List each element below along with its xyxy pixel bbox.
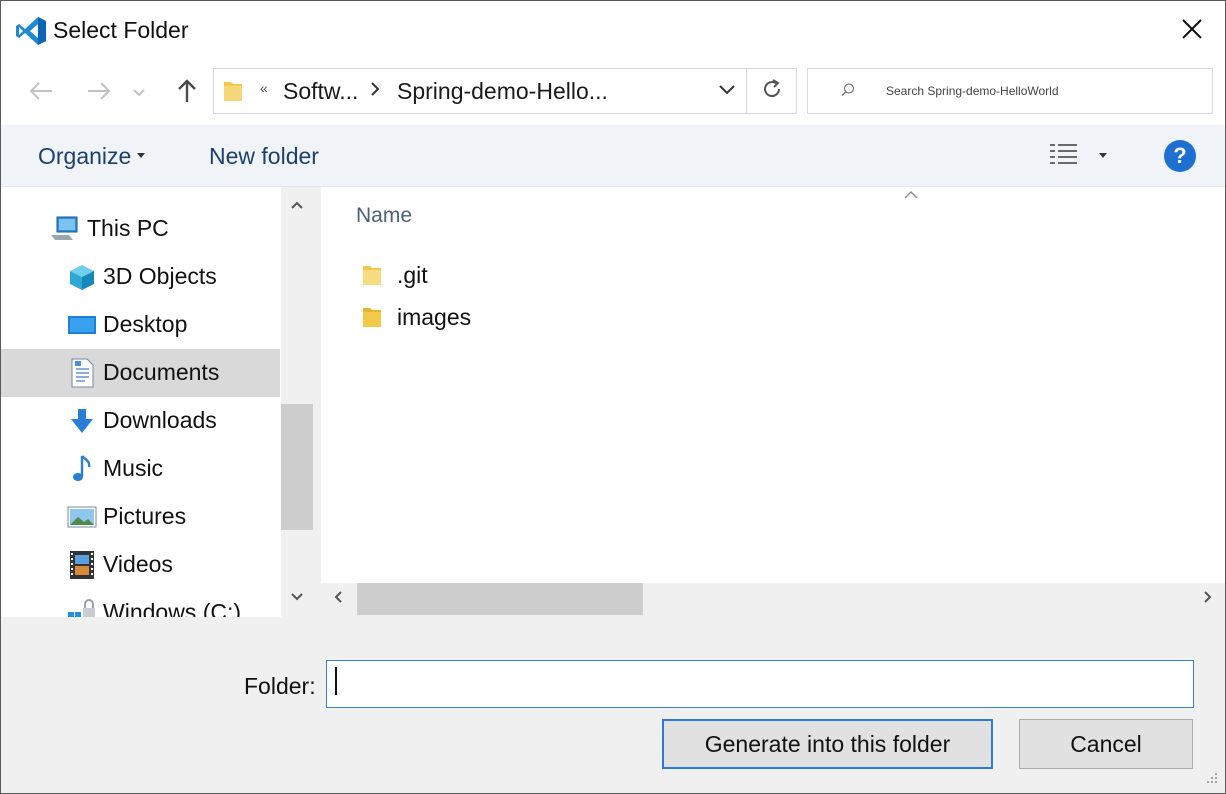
- chevron-down-icon: [132, 84, 146, 102]
- vscode-icon: [14, 15, 48, 47]
- chevron-left-icon: [333, 590, 343, 609]
- organize-button[interactable]: Organize: [38, 143, 146, 170]
- breadcrumb-spring-demo[interactable]: Spring-demo-Hello...: [397, 78, 608, 105]
- chevron-up-icon: [290, 197, 304, 215]
- overflow-marker[interactable]: «: [260, 80, 268, 96]
- folder-name-input[interactable]: [326, 660, 1194, 708]
- tree-item-windows-c[interactable]: Windows (C:): [1, 589, 280, 617]
- scroll-down-button[interactable]: [281, 581, 313, 615]
- tree-item-downloads[interactable]: Downloads: [1, 397, 280, 445]
- close-button[interactable]: [1167, 9, 1217, 53]
- organize-label: Organize: [38, 143, 132, 169]
- tree-item-desktop[interactable]: Desktop: [1, 301, 280, 349]
- file-name: images: [397, 304, 472, 330]
- breadcrumb-chevron-icon[interactable]: [370, 81, 380, 100]
- tree-item-label: This PC: [87, 215, 169, 241]
- text-cursor: [335, 667, 337, 695]
- back-button[interactable]: [23, 75, 59, 111]
- chevron-down-icon: [718, 82, 736, 100]
- tree-item-label: Desktop: [103, 311, 188, 337]
- this-pc-icon: [49, 214, 79, 244]
- search-box[interactable]: [807, 68, 1213, 114]
- tree-item-videos[interactable]: Videos: [1, 541, 280, 589]
- tree-item-label: Pictures: [103, 503, 187, 529]
- details-view-icon: [1049, 142, 1079, 173]
- folder-icon: [361, 305, 383, 334]
- tree-item-3d-objects[interactable]: 3D Objects: [1, 253, 280, 301]
- view-dropdown-caret-icon[interactable]: [1099, 152, 1107, 158]
- windows-drive-icon: [67, 598, 97, 617]
- column-header-name[interactable]: Name: [356, 204, 412, 228]
- scroll-left-button[interactable]: [321, 583, 355, 615]
- downloads-icon: [67, 406, 97, 436]
- folder-field-label: Folder:: [244, 673, 316, 699]
- 3d-objects-icon: [67, 262, 97, 292]
- breadcrumb-software[interactable]: Softw...: [283, 78, 358, 105]
- tree-item-label: Downloads: [103, 407, 217, 433]
- new-folder-button[interactable]: New folder: [209, 143, 319, 170]
- up-button[interactable]: [169, 75, 205, 111]
- navigation-bar: « Softw... Spring-demo-Hello...: [1, 61, 1225, 125]
- navigation-pane-scrollbar[interactable]: [281, 187, 315, 617]
- back-arrow-icon: [28, 81, 54, 106]
- file-name: .git: [397, 262, 428, 288]
- scroll-right-button[interactable]: [1191, 583, 1225, 615]
- refresh-icon: [761, 78, 783, 105]
- command-toolbar: Organize New folder: [1, 125, 1225, 187]
- search-input[interactable]: [886, 82, 1206, 100]
- file-row-git[interactable]: .git: [351, 255, 691, 295]
- tree-item-label: Windows (C:): [103, 599, 242, 617]
- up-arrow-icon: [176, 78, 198, 109]
- file-row-images[interactable]: images: [351, 297, 691, 337]
- music-icon: [67, 454, 97, 484]
- sort-ascending-icon: [903, 187, 919, 205]
- search-icon: [840, 82, 856, 103]
- scrollbar-thumb[interactable]: [281, 404, 313, 530]
- close-icon: [1181, 18, 1203, 45]
- tree-item-pictures[interactable]: Pictures: [1, 493, 280, 541]
- dropdown-caret-icon: [137, 153, 146, 159]
- address-dropdown-button[interactable]: [708, 69, 746, 113]
- tree-item-this-pc[interactable]: This PC: [1, 205, 280, 253]
- folder-icon: [361, 263, 383, 292]
- window-title: Select Folder: [53, 17, 189, 43]
- tree-item-label: Documents: [103, 359, 220, 385]
- tree-item-label: Music: [103, 455, 164, 481]
- help-icon: ?: [1173, 143, 1187, 168]
- videos-icon: [67, 550, 97, 580]
- scroll-up-button[interactable]: [281, 189, 313, 223]
- generate-into-folder-button[interactable]: Generate into this folder: [662, 719, 993, 769]
- recent-locations-button[interactable]: [129, 75, 149, 111]
- dialog-footer: Folder: Generate into this folder Cancel: [1, 617, 1225, 793]
- cancel-button[interactable]: Cancel: [1019, 719, 1193, 769]
- desktop-icon: [67, 310, 97, 340]
- documents-icon: [67, 358, 97, 388]
- chevron-down-icon: [290, 589, 304, 607]
- refresh-button[interactable]: [746, 69, 796, 113]
- forward-button[interactable]: [81, 75, 117, 111]
- tree-item-documents[interactable]: Documents: [1, 349, 280, 397]
- pictures-icon: [67, 502, 97, 532]
- file-list-horizontal-scrollbar[interactable]: [321, 583, 1225, 617]
- resize-grip-icon[interactable]: [1197, 767, 1221, 791]
- tree-item-label: Videos: [103, 551, 173, 577]
- tree-item-music[interactable]: Music: [1, 445, 280, 493]
- change-view-button[interactable]: [1049, 141, 1115, 173]
- navigation-pane: This PC 3D Objects Desktop Documents Dow…: [1, 187, 315, 617]
- address-bar[interactable]: « Softw... Spring-demo-Hello...: [213, 68, 797, 114]
- folder-icon: [222, 79, 244, 108]
- scrollbar-thumb[interactable]: [357, 583, 643, 615]
- help-button[interactable]: ?: [1164, 140, 1196, 172]
- select-folder-dialog: Select Folder « Softw... Spring-demo-Hel…: [0, 0, 1226, 794]
- tree-item-label: 3D Objects: [103, 263, 217, 289]
- chevron-right-icon: [1203, 590, 1213, 609]
- title-bar: Select Folder: [1, 1, 1225, 61]
- forward-arrow-icon: [86, 81, 112, 106]
- file-list-pane: Name .git images: [321, 187, 1225, 583]
